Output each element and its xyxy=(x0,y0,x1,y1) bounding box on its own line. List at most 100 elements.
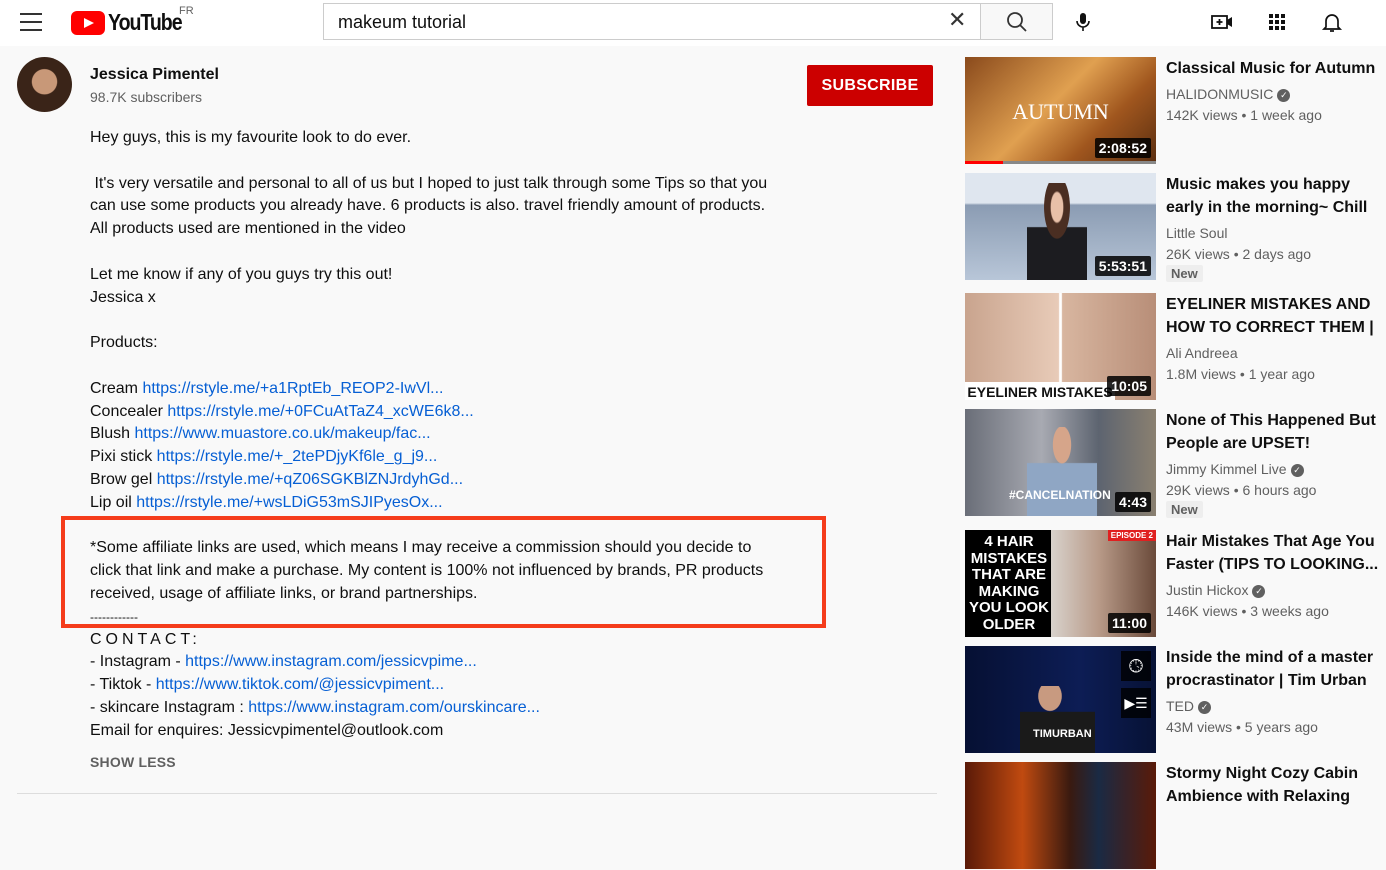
product-line: Brow gel https://rstyle.me/+qZ06SGKBlZNJ… xyxy=(90,469,767,492)
show-less-button[interactable]: SHOW LESS xyxy=(90,754,176,770)
contact-link[interactable]: https://www.instagram.com/jessicvpime... xyxy=(185,653,477,670)
channel-name: TED ✓ xyxy=(1166,696,1211,716)
contact-label: - Instagram - xyxy=(90,653,186,671)
video-meta: 43M views • 5 years ago xyxy=(1166,719,1318,735)
menu-icon[interactable] xyxy=(20,13,42,31)
subscriber-count: 98.7K subscribers xyxy=(90,89,203,105)
video-meta: 142K views • 1 week ago xyxy=(1166,107,1322,123)
related-video[interactable]: Stormy Night Cozy Cabin Ambience with Re… xyxy=(965,762,1386,870)
video-meta: 146K views • 3 weeks ago xyxy=(1166,603,1329,619)
product-link[interactable]: https://rstyle.me/+wsLDiG53mSJIPyesOx... xyxy=(136,494,442,511)
video-description: Hey guys, this is my favourite look to d… xyxy=(90,127,767,743)
top-bar: YouTube FR makeum tutorial ✕ xyxy=(0,0,1386,46)
new-badge: New xyxy=(1166,265,1203,282)
contact-label: - skincare Instagram : xyxy=(90,698,249,716)
related-video[interactable]: AUTUMN 2:08:52 Classical Music for Autum… xyxy=(965,57,1386,165)
related-video[interactable]: 4 HAIR MISTAKES THAT ARE MAKING YOU LOOK… xyxy=(965,530,1386,638)
product-line: Lip oil https://rstyle.me/+wsLDiG53mSJIP… xyxy=(90,492,767,515)
video-duration: 4:43 xyxy=(1114,492,1151,512)
related-video[interactable]: TIMURBAN 🕓︎ ▶☰ Inside the mind of a mast… xyxy=(965,646,1386,754)
video-meta: 1.8M views • 1 year ago xyxy=(1166,366,1315,382)
video-thumbnail[interactable]: AUTUMN 2:08:52 xyxy=(965,57,1156,164)
contact-link[interactable]: https://www.tiktok.com/@jessicvpiment... xyxy=(156,676,444,693)
video-duration: 5:53:51 xyxy=(1094,256,1151,276)
product-link[interactable]: https://rstyle.me/+_2tePDjyKf6le_g_j9... xyxy=(157,448,438,465)
thumbnail-tag: EPISODE 2 xyxy=(1107,530,1156,541)
channel-name[interactable]: Jessica Pimentel xyxy=(90,66,219,84)
product-label: Pixi stick xyxy=(90,448,157,466)
video-title[interactable]: Music makes you happy early in the morni… xyxy=(1166,173,1386,219)
product-link[interactable]: https://rstyle.me/+0FCuAtTaZ4_xcWE6k8... xyxy=(167,403,473,420)
video-title[interactable]: Hair Mistakes That Age You Faster (TIPS … xyxy=(1166,530,1386,576)
product-label: Cream xyxy=(90,379,143,397)
verified-icon: ✓ xyxy=(1277,89,1291,102)
contact-link[interactable]: https://www.instagram.com/ourskincare... xyxy=(248,699,540,716)
thumbnail-text: 4 HAIR MISTAKES THAT ARE MAKING YOU LOOK… xyxy=(969,533,1050,633)
video-meta: 26K views • 2 days ago xyxy=(1166,246,1311,262)
verified-icon: ✓ xyxy=(1252,585,1266,598)
product-link[interactable]: https://www.muastore.co.uk/makeup/fac... xyxy=(134,425,430,442)
video-title[interactable]: Classical Music for Autumn xyxy=(1166,57,1386,80)
related-video[interactable]: 5:53:51 Music makes you happy early in t… xyxy=(965,173,1386,282)
create-video-icon[interactable] xyxy=(1209,10,1235,34)
description-line: It's very versatile and personal to all … xyxy=(90,174,768,192)
search-button[interactable] xyxy=(980,3,1053,40)
apps-grid-icon[interactable] xyxy=(1264,10,1290,34)
divider xyxy=(17,793,937,794)
description-line: Jessica x xyxy=(90,288,156,306)
channel-name: Jimmy Kimmel Live ✓ xyxy=(1166,459,1304,479)
video-title[interactable]: None of This Happened But People are UPS… xyxy=(1166,409,1386,455)
product-link[interactable]: https://rstyle.me/+a1RptEb_REOP2-IwVl... xyxy=(142,380,443,397)
video-thumbnail[interactable] xyxy=(965,762,1156,869)
contact-heading: CONTACT: xyxy=(90,630,201,648)
youtube-logo[interactable]: YouTube FR xyxy=(71,5,195,36)
add-to-queue-icon[interactable]: ▶☰ xyxy=(1121,688,1151,718)
contact-line: - Tiktok - https://www.tiktok.com/@jessi… xyxy=(90,674,767,697)
clear-search-icon[interactable]: ✕ xyxy=(948,9,966,31)
channel-avatar[interactable] xyxy=(17,57,72,112)
product-label: Lip oil xyxy=(90,493,137,511)
description-line: Hey guys, this is my favourite look to d… xyxy=(90,129,412,146)
contact-line: - Instagram - https://www.instagram.com/… xyxy=(90,651,767,674)
channel-name[interactable]: Little Soul xyxy=(1166,223,1227,243)
video-thumbnail[interactable]: 5:53:51 xyxy=(965,173,1156,280)
product-link[interactable]: https://rstyle.me/+qZ06SGKBlZNJrdyhGd... xyxy=(157,471,463,488)
thumbnail-text: AUTUMN xyxy=(1012,99,1109,124)
product-line: Blush https://www.muastore.co.uk/makeup/… xyxy=(90,423,767,446)
verified-icon: ✓ xyxy=(1198,701,1211,714)
channel-name[interactable]: Ali Andreea xyxy=(1166,343,1238,363)
video-thumbnail[interactable]: 4 HAIR MISTAKES THAT ARE MAKING YOU LOOK… xyxy=(965,530,1156,637)
new-badge: New xyxy=(1166,501,1203,518)
thumbnail-text: TIMURBAN xyxy=(1033,728,1092,740)
verified-icon: ✓ xyxy=(1290,464,1304,477)
search-input[interactable]: makeum tutorial xyxy=(323,3,981,40)
logo-text: YouTube xyxy=(108,9,183,35)
video-duration: 10:05 xyxy=(1107,376,1151,396)
video-title[interactable]: Stormy Night Cozy Cabin Ambience with Re… xyxy=(1166,762,1386,808)
subscribe-button[interactable]: SUBSCRIBE xyxy=(807,65,933,106)
description-line: can use some products you already have. … xyxy=(90,197,766,215)
products-heading: Products: xyxy=(90,334,158,352)
video-thumbnail[interactable]: EYELINER MISTAKES 10:05 xyxy=(965,293,1156,400)
related-video[interactable]: EYELINER MISTAKES 10:05 EYELINER MISTAKE… xyxy=(965,293,1386,401)
video-thumbnail[interactable]: #CANCELNATION 4:43 xyxy=(965,409,1156,516)
notifications-bell-icon[interactable] xyxy=(1319,10,1345,34)
video-title[interactable]: EYELINER MISTAKES AND HOW TO CORRECT THE… xyxy=(1166,293,1386,339)
product-line: Concealer https://rstyle.me/+0FCuAtTaZ4_… xyxy=(90,401,767,424)
contact-line: - skincare Instagram : https://www.insta… xyxy=(90,697,767,720)
microphone-icon[interactable] xyxy=(1070,10,1096,34)
highlight-box xyxy=(61,516,826,628)
watch-later-icon[interactable]: 🕓︎ xyxy=(1121,651,1151,681)
description-line: Let me know if any of you guys try this … xyxy=(90,265,393,283)
related-video[interactable]: #CANCELNATION 4:43 None of This Happened… xyxy=(965,409,1386,518)
product-label: Brow gel xyxy=(90,470,157,488)
video-title[interactable]: Inside the mind of a master procrastinat… xyxy=(1166,646,1386,692)
contact-label: - Tiktok - xyxy=(90,676,156,694)
video-duration: 2:08:52 xyxy=(1094,138,1151,158)
channel-name: Justin Hickox ✓ xyxy=(1166,580,1266,600)
email-line: Email for enquires: Jessicvpimentel@outl… xyxy=(90,721,444,739)
product-line: Pixi stick https://rstyle.me/+_2tePDjyKf… xyxy=(90,446,767,469)
search-icon xyxy=(1007,12,1027,32)
product-label: Concealer xyxy=(90,402,168,420)
video-thumbnail[interactable]: TIMURBAN 🕓︎ ▶☰ xyxy=(965,646,1156,753)
